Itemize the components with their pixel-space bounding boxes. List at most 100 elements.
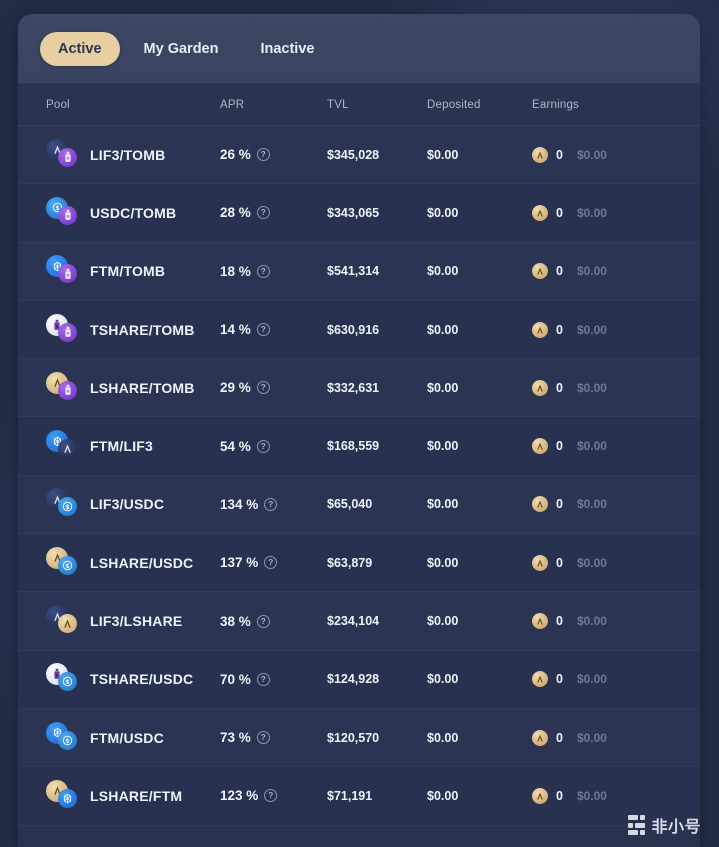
tomb-token-icon: [58, 205, 77, 225]
tvl-value: $63,879: [327, 555, 373, 570]
earnings-usd-value: $0.00: [576, 614, 607, 629]
token-pair-icon: [46, 371, 84, 404]
earnings-amount: 0: [556, 614, 563, 629]
tvl-cell: $71,191: [327, 787, 427, 805]
pool-name: LIF3/TOMB: [90, 146, 166, 163]
apr-value: 54 %: [220, 438, 251, 454]
apr-value: 70 %: [220, 671, 251, 687]
apr-cell: 29 %?: [220, 380, 327, 395]
reward-token-icon: [532, 554, 548, 571]
apr-value: 14 %: [220, 322, 251, 338]
farms-table-body: LIF3/TOMB 26 %? $345,028 $0.00 0 $0.00 $ USDC/T…: [18, 126, 700, 826]
table-row[interactable]: FTM/TOMB 18 %? $541,314 $0.00 0 $0.00: [18, 242, 700, 301]
tomb-token-icon: [58, 380, 77, 400]
apr-value: 38 %: [220, 613, 251, 629]
token-pair-icon: [46, 313, 84, 346]
tvl-cell: $630,916: [327, 321, 427, 339]
token-pair-icon: [46, 255, 84, 287]
earnings-cell: 0 $0.00: [532, 263, 700, 280]
token-pair-icon: $: [46, 546, 84, 579]
apr-value: 134 %: [220, 496, 259, 512]
earnings-usd-value: $0.00: [576, 205, 607, 220]
tvl-value: $71,191: [327, 788, 373, 803]
app-root: Active My Garden Inactive Pool APR TVL Dep…: [0, 0, 719, 847]
apr-info-icon[interactable]: ?: [264, 556, 278, 570]
tvl-value: $234,104: [327, 614, 380, 629]
table-row[interactable]: FTM/LIF3 54 %? $168,559 $0.00 0 $0.00: [18, 417, 700, 476]
deposited-cell: $0.00: [427, 495, 532, 513]
token-pair-icon: [46, 138, 84, 171]
farms-card: Active My Garden Inactive Pool APR TVL Dep…: [18, 14, 700, 847]
earnings-cell: 0 $0.00: [532, 554, 700, 571]
table-row[interactable]: $ LSHARE/USDC 137 %? $63,879 $0.00 0 $0.00: [18, 534, 700, 593]
tvl-cell: $345,028: [327, 146, 427, 164]
apr-info-icon[interactable]: ?: [256, 148, 270, 162]
tab-inactive[interactable]: Inactive: [242, 32, 332, 66]
earnings-cell: 0 $0.00: [532, 379, 700, 396]
table-row[interactable]: LIF3/TOMB 26 %? $345,028 $0.00 0 $0.00: [18, 126, 700, 185]
svg-text:$: $: [65, 737, 69, 744]
earnings-amount: 0: [556, 264, 563, 279]
svg-text:$: $: [65, 504, 69, 511]
table-row[interactable]: $ FTM/USDC 73 %? $120,570 $0.00 0 $0.00: [18, 708, 700, 768]
apr-info-icon[interactable]: ?: [264, 789, 278, 803]
pool-cell: FTM/LIF3: [28, 430, 220, 462]
table-header-row: Pool APR TVL Deposited Earnings: [18, 84, 700, 126]
pool-name: LSHARE/USDC: [90, 554, 194, 571]
apr-info-icon[interactable]: ?: [256, 323, 270, 337]
pool-name: LIF3/USDC: [90, 496, 165, 513]
tvl-value: $345,028: [327, 147, 380, 162]
earnings-usd-value: $0.00: [576, 147, 607, 162]
deposited-cell: $0.00: [427, 321, 532, 339]
tab-active[interactable]: Active: [40, 31, 120, 66]
earnings-cell: 0 $0.00: [532, 671, 700, 688]
token-pair-icon: [46, 779, 84, 812]
apr-value: 18 %: [220, 263, 251, 279]
earnings-amount: 0: [556, 672, 563, 687]
apr-info-icon[interactable]: ?: [256, 206, 270, 220]
svg-text:$: $: [65, 563, 69, 570]
deposited-cell: $0.00: [427, 554, 532, 572]
table-row[interactable]: $ LIF3/USDC 134 %? $65,040 $0.00 0 $0.00: [18, 475, 700, 535]
deposited-value: $0.00: [427, 555, 459, 570]
apr-cell: 54 %?: [220, 439, 327, 454]
earnings-usd-value: $0.00: [576, 788, 607, 803]
token-pair-icon: $: [46, 488, 84, 520]
apr-info-icon[interactable]: ?: [256, 614, 270, 628]
table-row[interactable]: LIF3/LSHARE 38 %? $234,104 $0.00 0 $0.00: [18, 592, 700, 651]
deposited-cell: $0.00: [427, 379, 532, 397]
apr-info-icon[interactable]: ?: [256, 264, 270, 278]
tab-my-garden[interactable]: My Garden: [126, 32, 237, 66]
apr-value: 137 %: [220, 555, 259, 571]
table-row[interactable]: $ USDC/TOMB 28 %? $343,065 $0.00 0 $0.00: [18, 184, 700, 243]
table-row[interactable]: TSHARE/TOMB 14 %? $630,916 $0.00 0 $0.00: [18, 300, 700, 360]
deposited-value: $0.00: [427, 614, 459, 629]
token-pair-icon: $: [46, 196, 84, 229]
pool-cell: $ LIF3/USDC: [28, 488, 220, 520]
deposited-cell: $0.00: [427, 204, 532, 222]
pool-cell: $ TSHARE/USDC: [28, 663, 220, 695]
tvl-cell: $120,570: [327, 729, 427, 747]
pool-name: FTM/USDC: [90, 729, 164, 746]
pool-name: FTM/LIF3: [90, 438, 154, 455]
table-row[interactable]: LSHARE/FTM 123 %? $71,191 $0.00 0 $0.00: [18, 767, 700, 826]
apr-cell: 26 %?: [220, 147, 327, 162]
apr-info-icon[interactable]: ?: [264, 497, 278, 511]
deposited-value: $0.00: [427, 264, 459, 279]
apr-info-icon[interactable]: ?: [256, 731, 270, 745]
table-row[interactable]: $ TSHARE/USDC 70 %? $124,928 $0.00 0 $0.00: [18, 650, 700, 709]
earnings-amount: 0: [556, 322, 563, 337]
pool-name: USDC/TOMB: [90, 204, 177, 221]
apr-value: 29 %: [220, 380, 251, 396]
apr-cell: 70 %?: [220, 672, 327, 687]
reward-token-icon: [532, 438, 548, 455]
earnings-cell: 0 $0.00: [532, 496, 700, 513]
earnings-usd-value: $0.00: [576, 730, 607, 745]
table-row[interactable]: LSHARE/TOMB 29 %? $332,631 $0.00 0 $0.00: [18, 359, 700, 418]
pool-name: LIF3/LSHARE: [90, 613, 183, 630]
apr-info-icon[interactable]: ?: [256, 672, 270, 686]
reward-token-icon: [532, 729, 548, 746]
apr-info-icon[interactable]: ?: [256, 439, 270, 453]
apr-info-icon[interactable]: ?: [256, 381, 270, 395]
earnings-amount: 0: [556, 788, 563, 803]
